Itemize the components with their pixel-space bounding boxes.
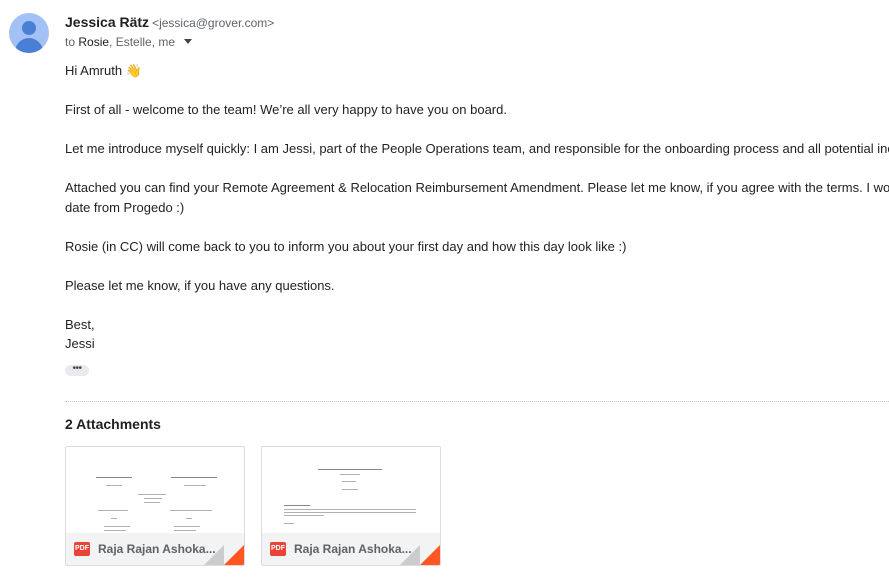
sender-email: <jessica@grover.com> <box>152 16 275 30</box>
attachment-name-2: Raja Rajan Ashoka... <box>294 542 412 556</box>
signature: Jessi <box>65 336 95 351</box>
attachment-preview-2 <box>262 447 440 533</box>
sender-avatar[interactable] <box>9 13 49 53</box>
recipient-rosie: Rosie <box>78 35 110 49</box>
recipients-prefix: to <box>65 35 76 49</box>
paragraph-attached-line2: date from Progedo :) <box>65 199 185 215</box>
paragraph-questions: Please let me know, if you have any ques… <box>65 277 335 293</box>
pdf-icon: PDF <box>270 542 286 556</box>
greeting: Hi Amruth 👋 <box>65 63 142 78</box>
avatar-body-shape <box>15 38 43 53</box>
pdf-icon: PDF <box>74 542 90 556</box>
attachment-corner-fold-2 <box>400 545 420 565</box>
recipients-line[interactable]: to Rosie, Estelle, me <box>65 35 193 49</box>
recipients-rest: , Estelle, me <box>109 35 176 49</box>
sender-name[interactable]: Jessica Rätz <box>65 14 149 30</box>
attachment-card-2[interactable]: PDF Raja Rajan Ashoka... <box>261 446 441 566</box>
avatar-head-shape <box>22 21 36 35</box>
attachment-card-1[interactable]: PDF Raja Rajan Ashoka... <box>65 446 245 566</box>
sender-line: Jessica Rätz <jessica@grover.com> <box>65 14 274 32</box>
closing: Best, <box>65 316 95 332</box>
paragraph-attached-line1: Attached you can find your Remote Agreem… <box>65 180 889 195</box>
attachments-divider <box>65 401 889 402</box>
paragraph-attached: Attached you can find your Remote Agreem… <box>65 178 889 217</box>
attachment-name-1: Raja Rajan Ashoka... <box>98 542 216 556</box>
show-trimmed-content-button[interactable]: ••• <box>65 364 89 376</box>
paragraph-first-day: Rosie (in CC) will come back to you to i… <box>65 238 627 254</box>
attachment-corner-2 <box>420 545 440 565</box>
attachments-title: 2 Attachments <box>65 416 161 432</box>
paragraph-intro: Let me introduce myself quickly: I am Je… <box>65 141 889 156</box>
attachment-preview-1 <box>66 447 244 533</box>
email-body: Hi Amruth 👋 First of all - welcome to th… <box>65 61 889 354</box>
attachment-corner-fold-1 <box>204 545 224 565</box>
attachment-corner-1 <box>224 545 244 565</box>
show-details-caret-icon[interactable] <box>184 39 193 44</box>
paragraph-welcome: First of all - welcome to the team! We’r… <box>65 102 507 117</box>
